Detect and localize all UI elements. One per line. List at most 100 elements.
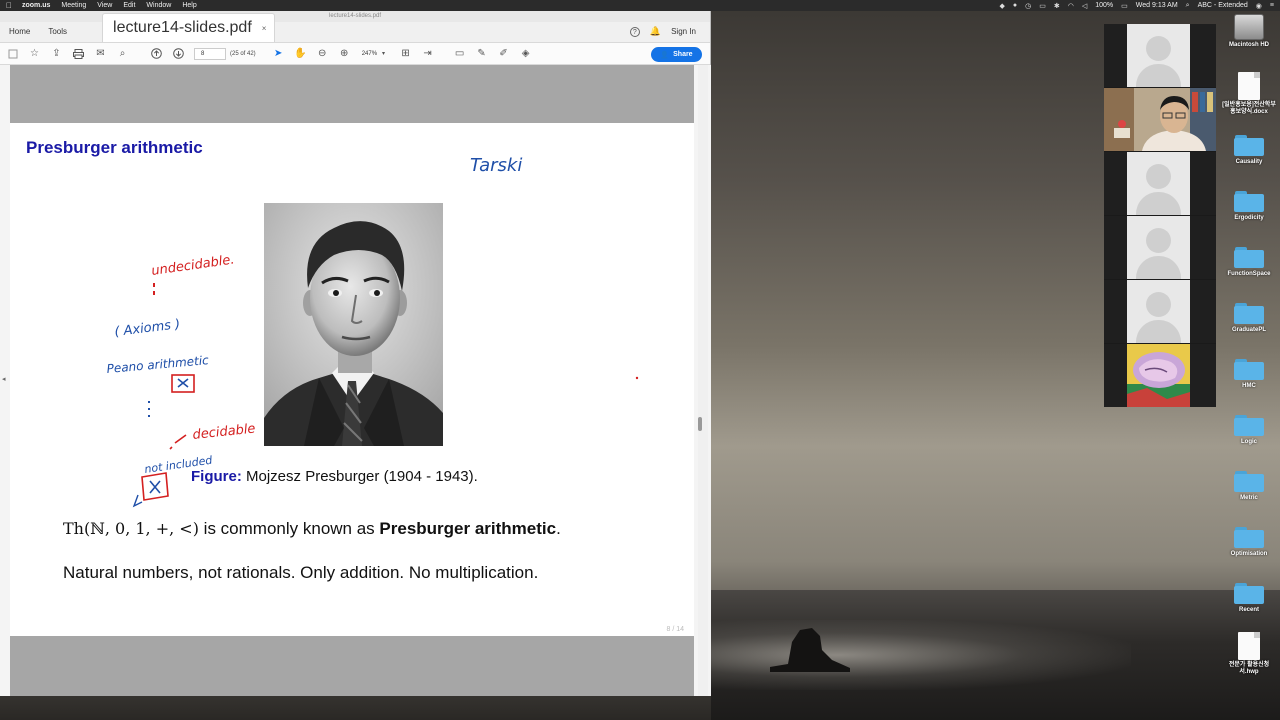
page-layout-icon[interactable]: ⊞ [399, 47, 412, 60]
tab-document-label: lecture14-slides.pdf [113, 19, 252, 36]
desktop-item-label: Metric [1240, 495, 1258, 501]
participant-artwork-avatar [1127, 344, 1190, 407]
prev-page-icon[interactable] [150, 47, 163, 60]
acrobat-window: lecture14-slides.pdf Home Tools lecture1… [0, 11, 711, 696]
acrobat-toolbar: ☆ ⇪ ✉ ⌕ 8 (25 of 42) ➤ ✋ ⊖ ⊕ 247% ▾ ⊞ ⇥ … [0, 43, 710, 65]
share-label: Share [673, 51, 693, 58]
menubar-clock[interactable]: Wed 9:13 AM [1136, 2, 1178, 9]
folder-icon [1234, 582, 1264, 604]
desktop-item-hmc[interactable]: HMC [1222, 358, 1276, 390]
bluetooth-icon[interactable]: ✱ [1054, 2, 1060, 10]
desktop-item-functionspace[interactable]: FunctionSpace [1222, 246, 1276, 278]
participant-tile[interactable] [1104, 24, 1216, 87]
zoom-out-icon[interactable]: ⊖ [316, 47, 329, 60]
desktop-item-graduatepl[interactable]: GraduatePL [1222, 302, 1276, 334]
document-icon [1238, 632, 1260, 660]
desktop-item-logic[interactable]: Logic [1222, 414, 1276, 446]
zoom-dropdown-icon[interactable]: ▾ [377, 47, 390, 60]
desktop-item-macintosh-hd[interactable]: Macintosh HD [1222, 14, 1276, 49]
tab-tools[interactable]: Tools [39, 27, 76, 42]
dropbox-icon[interactable]: ◆ [1000, 2, 1005, 10]
battery-percent: 100% [1095, 2, 1114, 9]
folder-icon [1234, 134, 1264, 156]
participant-video-tile[interactable] [1104, 88, 1216, 151]
comment-icon[interactable]: ▭ [453, 47, 466, 60]
siri-icon[interactable]: ◉ [1256, 2, 1262, 10]
desktop-item-label: Causality [1235, 159, 1263, 165]
battery-icon[interactable]: ▭ [1121, 2, 1128, 10]
save-icon[interactable] [6, 47, 19, 60]
print-icon[interactable] [72, 47, 85, 60]
menu-app-name[interactable]: zoom.us [22, 2, 50, 9]
draw-icon[interactable]: ✐ [497, 47, 510, 60]
highlight-pen-icon[interactable]: ✎ [475, 47, 488, 60]
hand-tool-icon[interactable]: ✋ [294, 47, 307, 60]
sign-in-link[interactable]: Sign In [671, 27, 696, 36]
folder-icon [1234, 190, 1264, 212]
close-tab-icon[interactable]: × [262, 24, 267, 33]
tabbar-right: ? 🔔 Sign In [629, 26, 696, 37]
page-number-input[interactable]: 8 [194, 47, 226, 60]
document-viewer[interactable]: Presburger arithmetic Figure: Mojzesz Pr… [0, 65, 711, 696]
menu-view[interactable]: View [97, 2, 112, 9]
input-source[interactable]: ABC - Extended [1198, 2, 1248, 9]
participant-tile[interactable] [1104, 152, 1216, 215]
next-page-icon[interactable] [172, 47, 185, 60]
vertical-scrollbar[interactable] [698, 65, 708, 696]
menu-edit[interactable]: Edit [123, 2, 135, 9]
stamp-icon[interactable]: ◈ [519, 47, 532, 60]
ink-axioms: ( Axioms ) [114, 317, 181, 340]
tab-document[interactable]: lecture14-slides.pdf × [102, 13, 276, 42]
control-center-icon[interactable]: ≡ [1270, 2, 1274, 9]
participant-tile[interactable] [1104, 344, 1216, 407]
help-icon[interactable]: ? [629, 26, 640, 37]
folder-icon [1234, 470, 1264, 492]
folder-icon [1234, 358, 1264, 380]
scroll-mode-icon[interactable]: ⇥ [421, 47, 434, 60]
desktop-item-metric[interactable]: Metric [1222, 470, 1276, 502]
menubar-tray: ◆ ● ◷ ▭ ✱ ◠ ◁ 100% ▭ Wed 9:13 AM ⌕ ABC -… [1000, 2, 1275, 10]
folder-icon [1234, 246, 1264, 268]
volume-icon[interactable]: ◁ [1082, 2, 1087, 10]
collapse-left-arrow[interactable]: ◂ [2, 375, 6, 383]
zoom-in-icon[interactable]: ⊕ [338, 47, 351, 60]
desktop-item-label: FunctionSpace [1227, 271, 1271, 277]
menu-meeting[interactable]: Meeting [61, 2, 86, 9]
upload-icon[interactable]: ⇪ [50, 47, 63, 60]
desktop-item-ergodicity[interactable]: Ergodicity [1222, 190, 1276, 222]
time-machine-icon[interactable]: ◷ [1025, 2, 1031, 10]
menu-window[interactable]: Window [146, 2, 171, 9]
zoom-icon[interactable]: ● [1013, 2, 1017, 9]
display-icon[interactable]: ▭ [1039, 2, 1046, 10]
page-count: (25 of 42) [230, 50, 256, 57]
bookmark-star-icon[interactable]: ☆ [28, 47, 41, 60]
desktop-item-recent[interactable]: Recent [1222, 582, 1276, 614]
page-gap-bottom [10, 636, 694, 696]
pdf-slide: Presburger arithmetic Figure: Mojzesz Pr… [10, 123, 694, 636]
select-cursor-icon[interactable]: ➤ [272, 47, 285, 60]
participant-tile[interactable] [1104, 216, 1216, 279]
ink-undecidable: undecidable. [150, 252, 235, 279]
desktop-item-label: [일반홍보용]전산학부 홍보양식.docx [1222, 102, 1276, 115]
apple-icon[interactable]:  [6, 1, 12, 10]
share-button[interactable]: 👤 Share [651, 47, 702, 62]
desktop-item-docx[interactable]: [일반홍보용]전산학부 홍보양식.docx [1222, 72, 1276, 116]
mac-menubar:  zoom.us Meeting View Edit Window Help … [0, 0, 1280, 11]
bell-icon[interactable]: 🔔 [650, 26, 661, 37]
spotlight-icon[interactable]: ⌕ [1186, 2, 1190, 10]
scrollbar-thumb[interactable] [698, 417, 702, 431]
participant-tile[interactable] [1104, 280, 1216, 343]
desktop-item-causality[interactable]: Causality [1222, 134, 1276, 166]
tab-home[interactable]: Home [0, 27, 39, 42]
zoom-level[interactable]: 247% [362, 51, 377, 57]
search-icon[interactable]: ⌕ [116, 47, 129, 60]
desktop-item-label: Macintosh HD [1228, 42, 1269, 48]
page-gap-top [10, 65, 694, 123]
wifi-icon[interactable]: ◠ [1068, 2, 1074, 10]
folder-icon [1234, 414, 1264, 436]
menu-help[interactable]: Help [182, 2, 196, 9]
desktop-item-hwp[interactable]: 전문가 활용신청서.hwp [1222, 632, 1276, 676]
avatar [1127, 24, 1190, 87]
email-icon[interactable]: ✉ [94, 47, 107, 60]
desktop-item-optimisation[interactable]: Optimisation [1222, 526, 1276, 558]
